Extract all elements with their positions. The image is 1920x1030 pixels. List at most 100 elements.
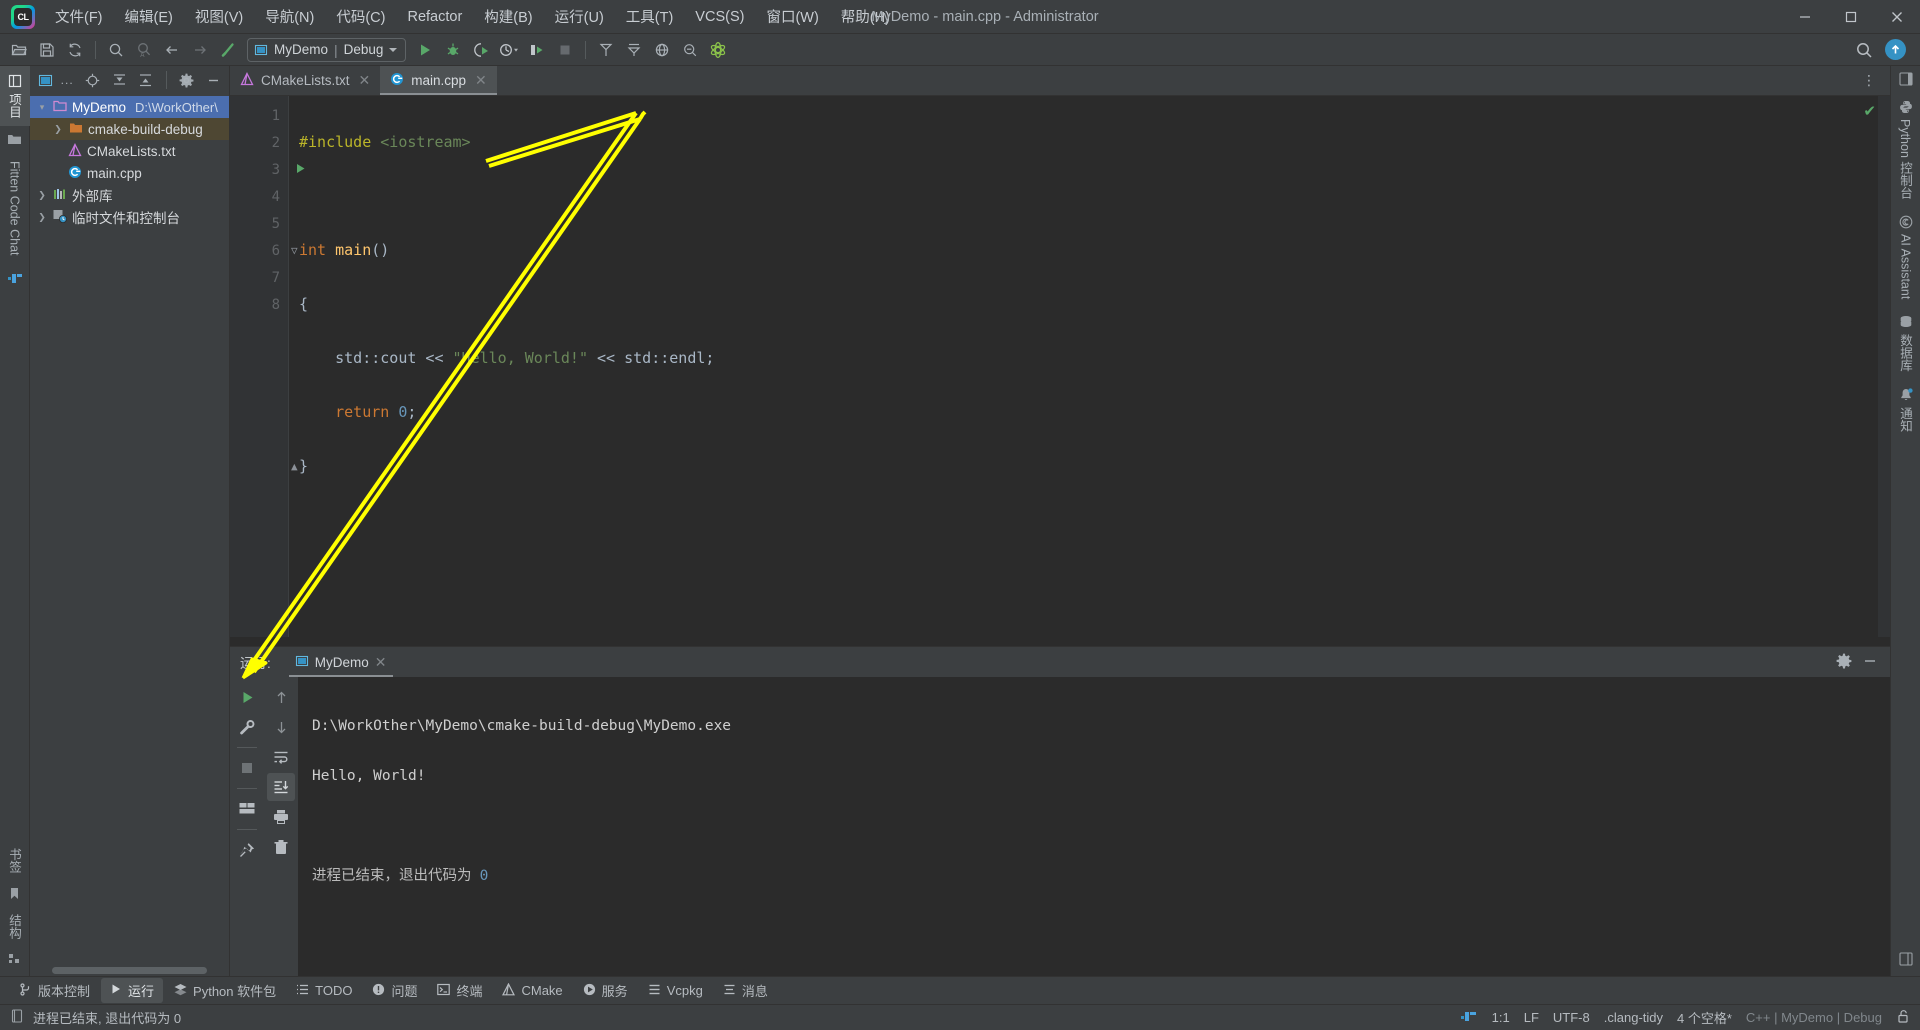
forward-arrow-icon[interactable] — [187, 38, 213, 62]
hide-panel-icon[interactable] — [201, 69, 225, 91]
tree-row-mydemo[interactable]: ▾ MyDemo D:\WorkOther\ — [30, 96, 229, 118]
rail-database[interactable]: 数据库 — [1891, 307, 1920, 380]
menu-view[interactable]: 视图(V) — [184, 2, 254, 31]
build-context[interactable]: C++ | MyDemo | Debug — [1746, 1010, 1882, 1025]
trash-icon[interactable] — [267, 833, 295, 861]
menu-navigate[interactable]: 导航(N) — [254, 2, 325, 31]
tool-terminal[interactable]: 终端 — [428, 978, 491, 1003]
print-icon[interactable] — [267, 803, 295, 831]
cpp-insights-icon[interactable] — [705, 38, 731, 62]
collapse-all-icon[interactable] — [134, 69, 158, 91]
tool-python-packages[interactable]: Python 软件包 — [165, 978, 285, 1003]
tab-maincpp[interactable]: main.cpp ✕ — [380, 66, 497, 95]
hide-right-icon[interactable] — [1891, 66, 1920, 92]
menu-file[interactable]: 文件(F) — [44, 2, 114, 31]
chevron-down-icon[interactable]: ▾ — [36, 102, 48, 113]
editor-tab-options-icon[interactable]: ⋮ — [1850, 66, 1890, 95]
tab-cmakelists[interactable]: CMakeLists.txt ✕ — [230, 66, 380, 95]
chevron-right-icon[interactable]: ❯ — [52, 124, 64, 135]
close-icon[interactable]: ✕ — [375, 654, 387, 671]
down-arrow-icon[interactable] — [267, 713, 295, 741]
stop-icon[interactable] — [233, 754, 261, 782]
rail-project[interactable]: 项目 — [0, 66, 30, 126]
maximize-button[interactable] — [1828, 0, 1874, 34]
run-button[interactable] — [412, 38, 438, 62]
run-configuration-selector[interactable]: MyDemo | Debug — [247, 37, 407, 62]
right-rail-extra-icon[interactable] — [1891, 946, 1920, 972]
structure-icon[interactable] — [0, 947, 30, 972]
rail-bookmarks[interactable]: 书签 — [0, 840, 30, 881]
status-message[interactable]: 进程已结束, 退出代码为 0 — [33, 1008, 181, 1027]
rail-structure[interactable]: 结构 — [0, 906, 30, 947]
settings-sync-icon[interactable] — [649, 38, 675, 62]
settings-gear-icon[interactable] — [1836, 653, 1852, 672]
bookmark-icon[interactable] — [0, 881, 30, 906]
update-project-icon[interactable] — [593, 38, 619, 62]
code-fold-icon[interactable]: ▽ — [291, 237, 298, 264]
inspection-status-icon[interactable]: ✔ — [1863, 102, 1876, 120]
project-horizontal-scrollbar[interactable] — [52, 967, 207, 974]
run-with-coverage-icon[interactable] — [468, 38, 494, 62]
scroll-to-end-icon[interactable] — [267, 773, 295, 801]
editor-horizontal-scrollbar[interactable] — [230, 637, 1890, 646]
menu-vcs[interactable]: VCS(S) — [684, 5, 755, 29]
caret-position[interactable]: 1:1 — [1492, 1010, 1510, 1025]
tree-row-maincpp[interactable]: main.cpp — [30, 162, 229, 184]
menu-window[interactable]: 窗口(W) — [755, 2, 829, 31]
build-hammer-icon[interactable] — [215, 38, 241, 62]
tree-row-external-libraries[interactable]: ❯ 外部库 — [30, 184, 229, 206]
tool-vcpkg[interactable]: Vcpkg — [639, 980, 712, 1002]
close-icon[interactable]: ✕ — [475, 72, 487, 89]
open-folder-icon[interactable] — [6, 38, 32, 62]
menu-code[interactable]: 代码(C) — [325, 2, 396, 31]
close-icon[interactable]: ✕ — [359, 72, 371, 89]
tree-row-cmakelists[interactable]: CMakeLists.txt — [30, 140, 229, 162]
line-separator[interactable]: LF — [1524, 1010, 1539, 1025]
chevron-right-icon[interactable]: ❯ — [36, 212, 48, 223]
rerun-play-icon[interactable] — [233, 683, 261, 711]
up-arrow-icon[interactable] — [267, 683, 295, 711]
debug-button[interactable] — [440, 38, 466, 62]
code-content[interactable]: #include <iostream> ▽ int main() { std::c… — [288, 96, 1878, 637]
tool-cmake[interactable]: CMake — [493, 980, 571, 1002]
sync-icon[interactable] — [62, 38, 88, 62]
expand-all-icon[interactable] — [107, 69, 131, 91]
editor-error-stripe[interactable] — [1878, 96, 1890, 637]
unlocked-icon[interactable] — [1896, 1009, 1910, 1026]
search-everywhere-small-icon[interactable] — [677, 38, 703, 62]
search-everywhere-icon[interactable] — [1851, 38, 1877, 62]
search-structurally-icon[interactable]: A — [131, 38, 157, 62]
rail-folder[interactable] — [0, 126, 30, 153]
project-panel-more-label[interactable]: ... — [61, 73, 74, 87]
commit-icon[interactable] — [621, 38, 647, 62]
minimize-icon[interactable] — [1862, 653, 1878, 672]
search-icon[interactable] — [103, 38, 129, 62]
close-button[interactable] — [1874, 0, 1920, 34]
rail-notifications[interactable]: 通知 — [1891, 380, 1920, 440]
indent-setting[interactable]: 4 个空格* — [1677, 1008, 1732, 1027]
soft-wrap-icon[interactable] — [267, 743, 295, 771]
layout-icon[interactable] — [233, 795, 261, 823]
menu-refactor[interactable]: Refactor — [396, 5, 473, 29]
minimize-button[interactable] — [1782, 0, 1828, 34]
tool-version-control[interactable]: 版本控制 — [10, 978, 99, 1003]
menu-run[interactable]: 运行(U) — [544, 2, 615, 31]
menu-tools[interactable]: 工具(T) — [615, 2, 685, 31]
profile-dropdown-icon[interactable] — [496, 38, 522, 62]
run-tab-mydemo[interactable]: MyDemo ✕ — [285, 647, 397, 677]
inspection-profile[interactable]: .clang-tidy — [1604, 1010, 1663, 1025]
wrench-settings-icon[interactable] — [233, 713, 261, 741]
save-icon[interactable] — [34, 38, 60, 62]
tool-problems[interactable]: 问题 — [363, 978, 426, 1003]
project-view-selector-icon[interactable] — [34, 69, 58, 91]
rail-fitten-chat[interactable]: Fitten Code Chat — [0, 153, 30, 264]
tree-row-scratches[interactable]: ❯ 临时文件和控制台 — [30, 206, 229, 228]
locate-icon[interactable] — [81, 69, 105, 91]
tool-todo[interactable]: TODO — [287, 980, 361, 1002]
code-fold-end-icon[interactable]: ▲ — [291, 453, 298, 480]
tool-run[interactable]: 运行 — [101, 978, 164, 1003]
tool-messages[interactable]: 消息 — [714, 978, 777, 1003]
chevron-right-icon[interactable]: ❯ — [36, 190, 48, 201]
update-icon[interactable] — [1885, 39, 1906, 60]
tree-row-cmake-build-debug[interactable]: ❯ cmake-build-debug — [30, 118, 229, 140]
